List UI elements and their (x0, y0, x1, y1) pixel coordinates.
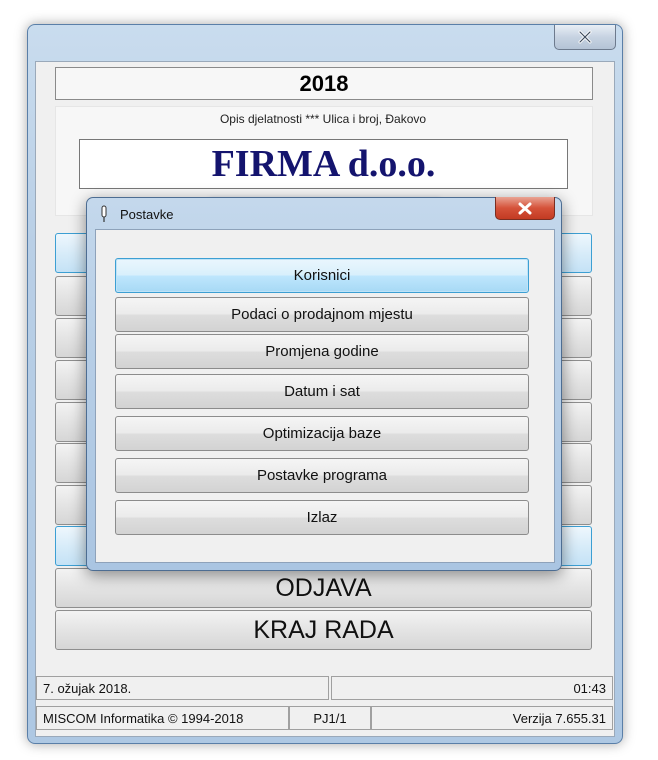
exit-dialog-button[interactable]: Izlaz (115, 500, 529, 535)
close-icon (578, 30, 592, 44)
pin-icon (101, 205, 107, 222)
close-icon (518, 202, 532, 214)
logout-button[interactable]: ODJAVA (55, 568, 592, 608)
users-button[interactable]: Korisnici (115, 258, 529, 293)
dialog-title: Postavke (120, 207, 174, 222)
status-date: 7. ožujak 2018. (36, 676, 329, 700)
window-close-button[interactable] (554, 25, 616, 50)
status-vendor: MISCOM Informatika © 1994-2018 (36, 706, 289, 730)
status-version: Verzija 7.655.31 (371, 706, 613, 730)
status-time: 01:43 (331, 676, 613, 700)
company-name: FIRMA d.o.o. (79, 139, 568, 189)
company-description: Opis djelatnosti *** Ulica i broj, Đakov… (219, 112, 427, 126)
point-of-sale-data-button[interactable]: Podaci o prodajnom mjestu (115, 297, 529, 332)
dialog-close-button[interactable] (495, 197, 555, 220)
program-settings-button[interactable]: Postavke programa (115, 458, 529, 493)
optimize-database-button[interactable]: Optimizacija baze (115, 416, 529, 451)
year-display: 2018 (55, 67, 593, 100)
change-year-button[interactable]: Promjena godine (115, 334, 529, 369)
date-time-button[interactable]: Datum i sat (115, 374, 529, 409)
exit-button[interactable]: KRAJ RADA (55, 610, 592, 650)
status-register: PJ1/1 (289, 706, 371, 730)
